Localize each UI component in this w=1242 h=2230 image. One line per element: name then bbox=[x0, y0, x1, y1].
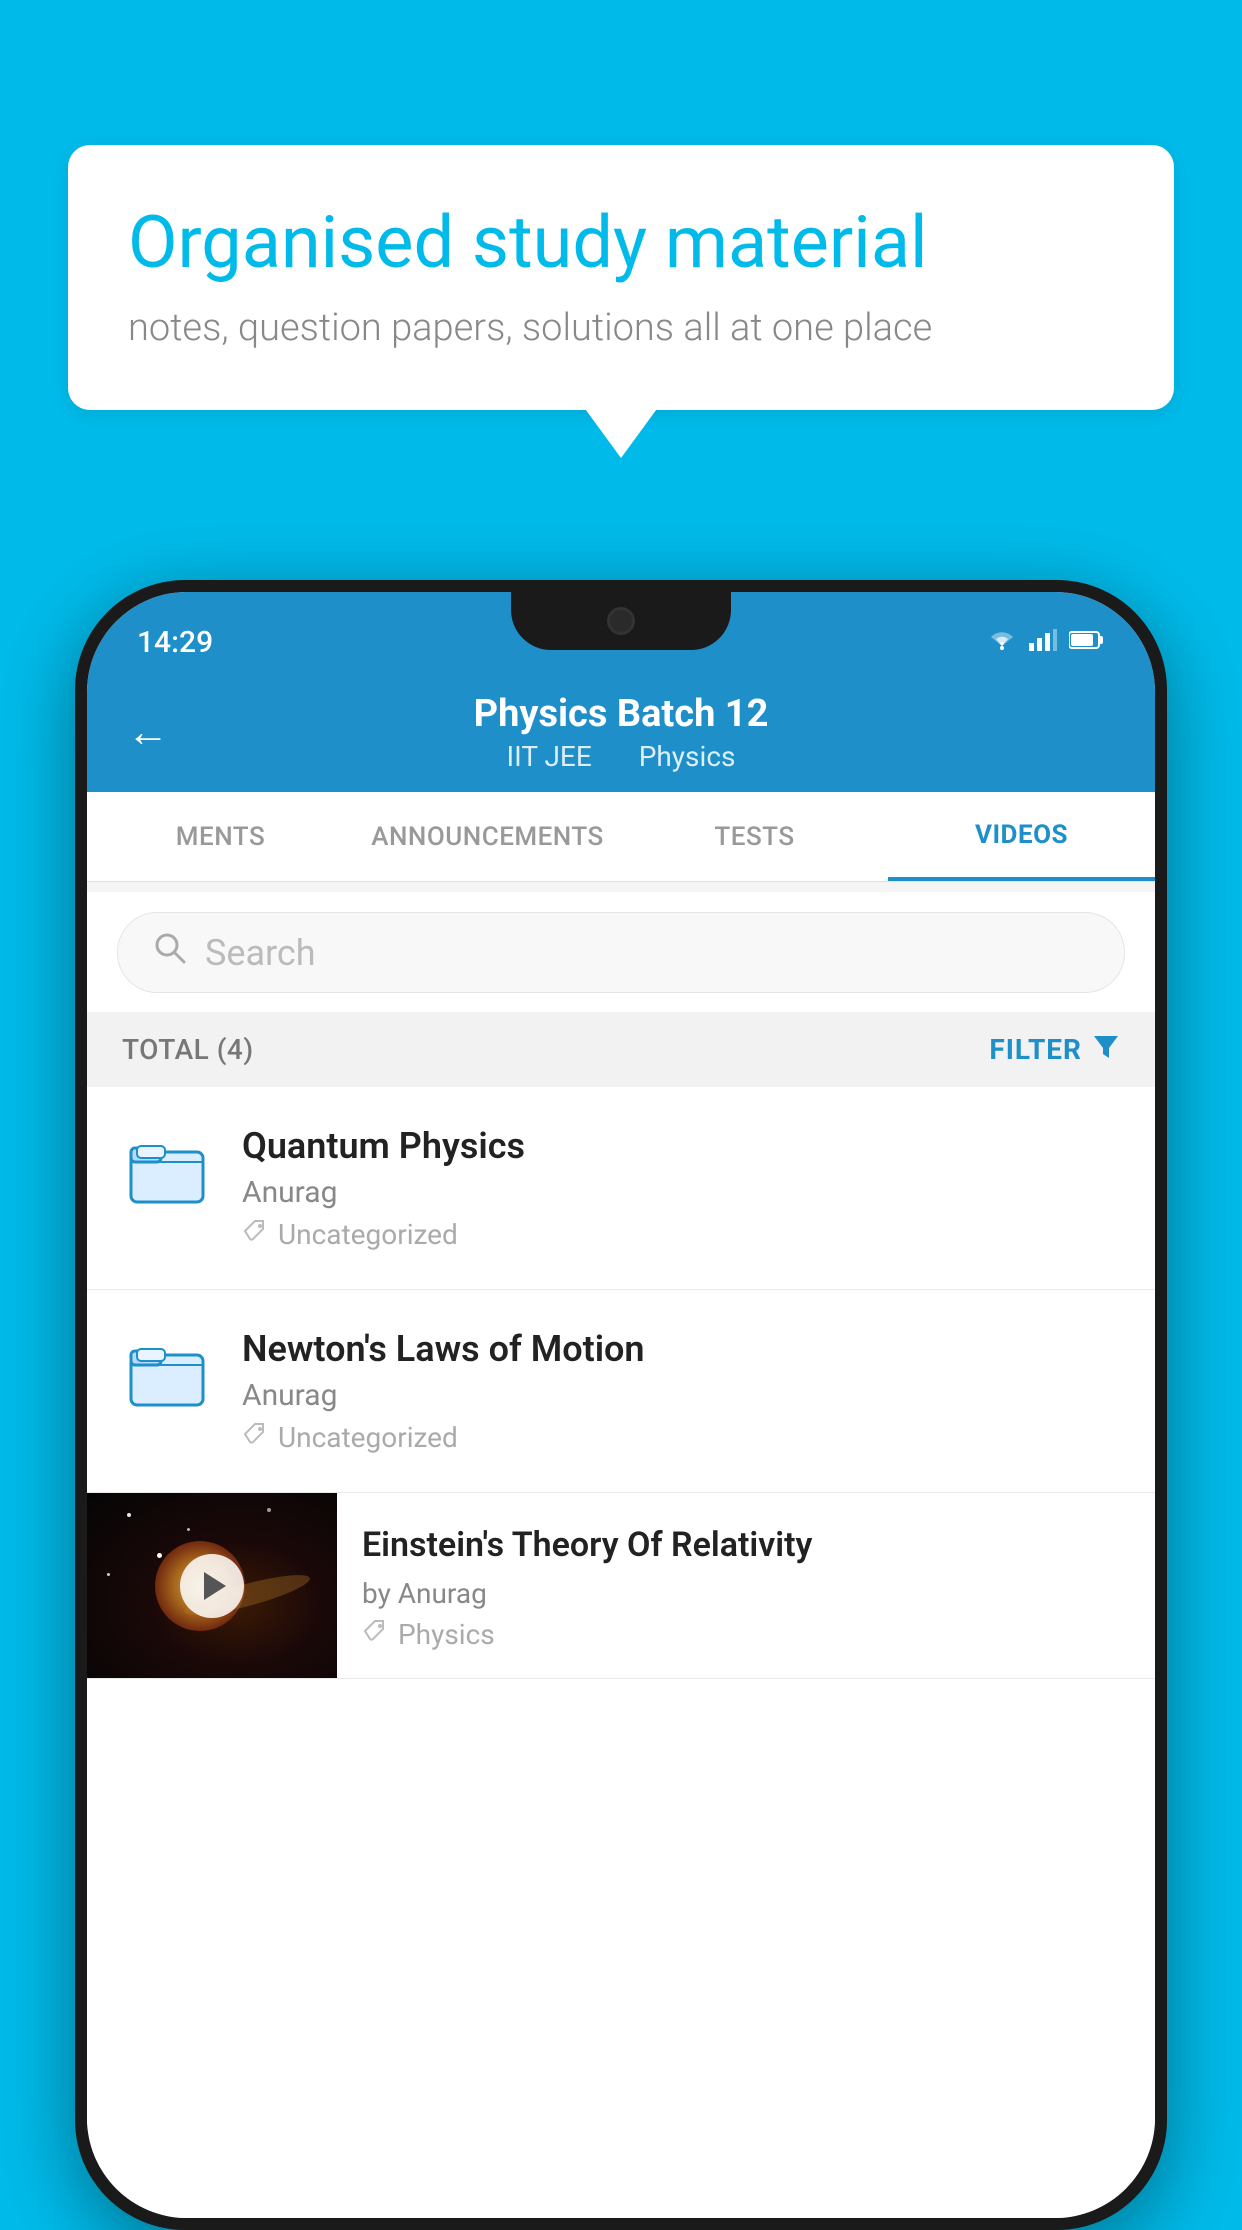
item-tag: Uncategorized bbox=[242, 1421, 1120, 1454]
folder-icon bbox=[127, 1130, 207, 1210]
list-item[interactable]: Einstein's Theory Of Relativity by Anura… bbox=[87, 1493, 1155, 1679]
einstein-thumbnail bbox=[87, 1493, 337, 1678]
item-thumbnail bbox=[122, 1328, 212, 1418]
tab-announcements[interactable]: ANNOUNCEMENTS bbox=[354, 792, 621, 881]
item-title: Newton's Laws of Motion bbox=[242, 1328, 1120, 1370]
speech-bubble-subtitle: notes, question papers, solutions all at… bbox=[128, 306, 1114, 350]
folder-icon bbox=[127, 1333, 207, 1413]
item-tag-text: Uncategorized bbox=[278, 1218, 458, 1251]
search-box[interactable]: Search bbox=[117, 912, 1125, 993]
phone-screen: 14:29 bbox=[87, 592, 1155, 2218]
status-icons bbox=[987, 607, 1105, 657]
item-tag-text: Uncategorized bbox=[278, 1421, 458, 1454]
signal-icon bbox=[1029, 629, 1057, 655]
search-placeholder: Search bbox=[205, 932, 316, 974]
item-info: Quantum Physics Anurag Uncategorized bbox=[242, 1125, 1120, 1251]
total-label: TOTAL (4) bbox=[122, 1033, 254, 1066]
filter-funnel-icon bbox=[1092, 1032, 1120, 1068]
video-list: Quantum Physics Anurag Uncategorized bbox=[87, 1087, 1155, 2218]
header-subtitle-iitjee: IIT JEE bbox=[507, 740, 592, 773]
item-info: Newton's Laws of Motion Anurag Uncategor… bbox=[242, 1328, 1120, 1454]
front-camera bbox=[607, 607, 635, 635]
einstein-info: Einstein's Theory Of Relativity by Anura… bbox=[337, 1493, 1155, 1671]
header-title: Physics Batch 12 bbox=[474, 692, 769, 736]
header-subtitle: IIT JEE Physics bbox=[474, 740, 769, 773]
play-button[interactable] bbox=[180, 1554, 244, 1618]
battery-icon bbox=[1069, 630, 1105, 654]
list-item[interactable]: Quantum Physics Anurag Uncategorized bbox=[87, 1087, 1155, 1290]
item-title: Quantum Physics bbox=[242, 1125, 1120, 1167]
item-author: Anurag bbox=[242, 1378, 1120, 1413]
tag-icon bbox=[242, 1218, 268, 1251]
item-author: Anurag bbox=[242, 1175, 1120, 1210]
phone-notch bbox=[511, 592, 731, 650]
phone-outer: 14:29 bbox=[75, 580, 1167, 2230]
speech-bubble-title: Organised study material bbox=[128, 200, 1114, 286]
tabs-bar: MENTS ANNOUNCEMENTS TESTS VIDEOS bbox=[87, 792, 1155, 882]
item-tag: Uncategorized bbox=[242, 1218, 1120, 1251]
item-author: by Anurag bbox=[362, 1577, 1130, 1610]
speech-bubble-wrapper: Organised study material notes, question… bbox=[68, 145, 1174, 410]
search-icon bbox=[153, 931, 187, 974]
filter-label: FILTER bbox=[989, 1033, 1082, 1066]
app-header: ← Physics Batch 12 IIT JEE Physics bbox=[87, 672, 1155, 792]
search-container: Search bbox=[87, 892, 1155, 1013]
tab-tests[interactable]: TESTS bbox=[621, 792, 888, 881]
speech-bubble: Organised study material notes, question… bbox=[68, 145, 1174, 410]
list-item[interactable]: Newton's Laws of Motion Anurag Uncategor… bbox=[87, 1290, 1155, 1493]
status-time: 14:29 bbox=[137, 605, 213, 660]
header-title-block: Physics Batch 12 IIT JEE Physics bbox=[474, 692, 769, 773]
wifi-icon bbox=[987, 627, 1017, 657]
filter-button[interactable]: FILTER bbox=[989, 1032, 1120, 1068]
tag-icon bbox=[242, 1421, 268, 1454]
phone-frame: 14:29 bbox=[75, 580, 1167, 2230]
tab-ments[interactable]: MENTS bbox=[87, 792, 354, 881]
tab-videos[interactable]: VIDEOS bbox=[888, 792, 1155, 881]
item-tag-text: Physics bbox=[398, 1618, 495, 1651]
item-thumbnail bbox=[122, 1125, 212, 1215]
header-subtitle-physics: Physics bbox=[639, 740, 736, 773]
item-title: Einstein's Theory Of Relativity bbox=[362, 1523, 1130, 1567]
back-button[interactable]: ← bbox=[127, 708, 169, 757]
tag-icon bbox=[362, 1618, 388, 1651]
item-tag: Physics bbox=[362, 1618, 1130, 1651]
filter-bar: TOTAL (4) FILTER bbox=[87, 1012, 1155, 1087]
